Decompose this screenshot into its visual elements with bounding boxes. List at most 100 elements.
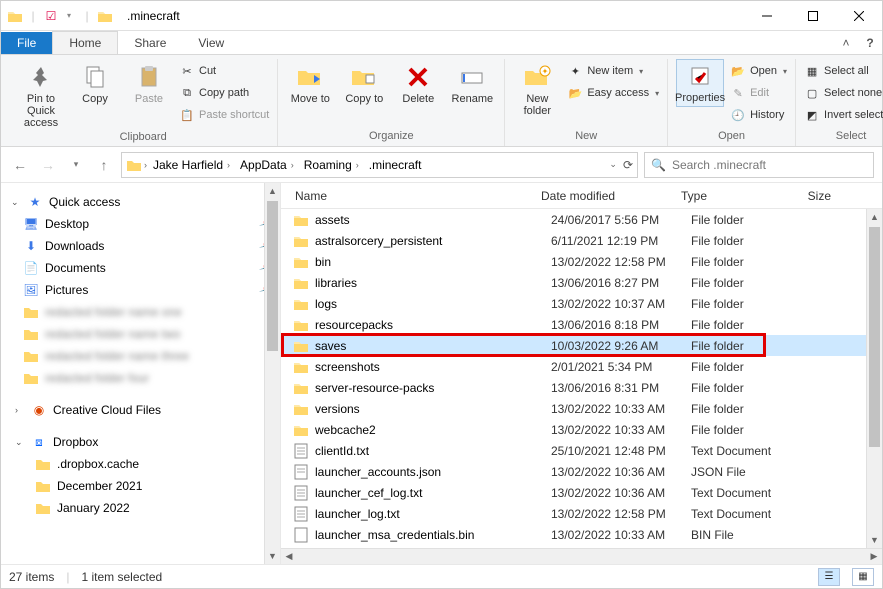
file-row[interactable]: libraries13/06/2016 8:27 PMFile folder — [281, 272, 882, 293]
edit-button[interactable]: ✎Edit — [730, 83, 787, 103]
details-view-button[interactable]: ☰ — [818, 568, 840, 586]
file-row[interactable]: assets24/06/2017 5:56 PMFile folder — [281, 209, 882, 230]
desktop-icon: 🖥 — [23, 216, 39, 232]
nav-creative-cloud[interactable]: ›◉Creative Cloud Files — [1, 399, 280, 421]
new-item-button[interactable]: ✦New item▾ — [567, 61, 659, 81]
address-bar[interactable]: › Jake Harfield› AppData› Roaming› .mine… — [121, 152, 638, 178]
easy-access-button[interactable]: 📂Easy access▾ — [567, 83, 659, 103]
crumb-2[interactable]: Roaming› — [300, 158, 363, 172]
quick-access[interactable]: ⌄★Quick access — [1, 191, 280, 213]
file-tab[interactable]: File — [1, 32, 52, 54]
file-row[interactable]: versions13/02/2022 10:33 AMFile folder — [281, 398, 882, 419]
file-row[interactable]: screenshots2/01/2021 5:34 PMFile folder — [281, 356, 882, 377]
file-row[interactable]: server-resource-packs13/06/2016 8:31 PMF… — [281, 377, 882, 398]
copy-to-button[interactable]: Copy to — [340, 59, 388, 105]
nav-recent-4[interactable]: redacted folder four — [1, 367, 280, 389]
properties-button[interactable]: Properties — [676, 59, 724, 107]
file-row[interactable]: logs13/02/2022 10:37 AMFile folder — [281, 293, 882, 314]
open-button[interactable]: 📂Open▾ — [730, 61, 787, 81]
select-all-button[interactable]: ▦Select all — [804, 61, 883, 81]
ribbon-collapse[interactable]: ˄ — [834, 32, 858, 54]
new-folder-button[interactable]: ✦ New folder — [513, 59, 561, 117]
copy-path-button[interactable]: ⧉Copy path — [179, 83, 269, 103]
up-button[interactable]: ↑ — [93, 154, 115, 176]
copy-button[interactable]: Copy — [71, 59, 119, 105]
back-button[interactable]: ← — [9, 154, 31, 176]
forward-button[interactable]: → — [37, 154, 59, 176]
invert-selection-button[interactable]: ◩Invert selection — [804, 105, 883, 125]
select-none-button[interactable]: ▢Select none — [804, 83, 883, 103]
file-row[interactable]: webcache213/02/2022 10:33 AMFile folder — [281, 419, 882, 440]
col-name[interactable]: Name — [281, 189, 541, 203]
close-button[interactable] — [836, 1, 882, 31]
file-row[interactable]: resourcepacks13/06/2016 8:18 PMFile fold… — [281, 314, 882, 335]
file-list[interactable]: assets24/06/2017 5:56 PMFile folderastra… — [281, 209, 882, 548]
nav-dropbox-cache[interactable]: .dropbox.cache — [1, 453, 280, 475]
col-date[interactable]: Date modified — [541, 189, 681, 203]
rename-button[interactable]: Rename — [448, 59, 496, 105]
paste-shortcut-button[interactable]: 📋Paste shortcut — [179, 105, 269, 125]
qat-checkbox[interactable]: ☑ — [43, 8, 59, 24]
maximize-button[interactable] — [790, 1, 836, 31]
file-name: bin — [315, 255, 551, 269]
addr-dropdown[interactable]: ⌄ — [609, 159, 617, 170]
delete-button[interactable]: Delete — [394, 59, 442, 105]
pin-to-quick-access-button[interactable]: Pin to Quick access — [17, 59, 65, 129]
file-row[interactable]: launcher_log.txt13/02/2022 12:58 PMText … — [281, 503, 882, 524]
nav-recent-1[interactable]: redacted folder name one — [1, 301, 280, 323]
crumb-1[interactable]: AppData› — [236, 158, 298, 172]
downloads-icon: ⬇ — [23, 238, 39, 254]
search-input[interactable]: 🔍 Search .minecraft — [644, 152, 874, 178]
column-header[interactable]: Name Date modified Type Size — [281, 183, 882, 209]
file-row[interactable]: launcher_cef_log.txt13/02/2022 10:36 AMT… — [281, 482, 882, 503]
paste-button[interactable]: Paste — [125, 59, 173, 105]
select-group-label: Select — [836, 128, 867, 146]
file-row[interactable]: saves10/03/2022 9:26 AMFile folder — [281, 335, 882, 356]
nav-recent-3[interactable]: redacted folder name three — [1, 345, 280, 367]
home-tab[interactable]: Home — [52, 31, 118, 54]
file-type: Text Document — [691, 486, 811, 500]
help-button[interactable]: ? — [858, 32, 882, 54]
crumb-0[interactable]: Jake Harfield› — [149, 158, 234, 172]
share-tab[interactable]: Share — [118, 32, 182, 54]
edit-icon: ✎ — [730, 85, 746, 101]
icons-view-button[interactable]: ▦ — [852, 568, 874, 586]
col-type[interactable]: Type — [681, 189, 801, 203]
file-row[interactable]: astralsorcery_persistent6/11/2021 12:19 … — [281, 230, 882, 251]
nav-pictures[interactable]: 🖼Pictures📌 — [1, 279, 280, 301]
folder-icon — [35, 456, 51, 472]
recent-locations[interactable]: ▾ — [65, 154, 87, 176]
history-button[interactable]: 🕘History — [730, 105, 787, 125]
nav-recent-2[interactable]: redacted folder name two — [1, 323, 280, 345]
nav-documents[interactable]: 📄Documents📌 — [1, 257, 280, 279]
nav-dec2021[interactable]: December 2021 — [1, 475, 280, 497]
qat-dropdown[interactable]: ▾ — [61, 8, 77, 24]
nav-dropbox[interactable]: ⌄⧈Dropbox — [1, 431, 280, 453]
refresh-button[interactable]: ⟳ — [623, 158, 633, 172]
cut-button[interactable]: ✂Cut — [179, 61, 269, 81]
list-hscrollbar[interactable]: ◀▶ — [281, 548, 882, 564]
nav-downloads[interactable]: ⬇Downloads📌 — [1, 235, 280, 257]
file-name: logs — [315, 297, 551, 311]
col-size[interactable]: Size — [801, 189, 841, 203]
file-date: 13/02/2022 10:36 AM — [551, 465, 691, 479]
list-scrollbar[interactable]: ▲ ▼ — [866, 209, 882, 548]
crumb-3[interactable]: .minecraft — [365, 158, 426, 172]
txt-icon — [293, 443, 309, 459]
file-name: launcher_accounts.json — [315, 465, 551, 479]
file-row[interactable]: bin13/02/2022 12:58 PMFile folder — [281, 251, 882, 272]
nav-scrollbar[interactable]: ▲ ▼ — [264, 183, 280, 564]
file-date: 13/06/2016 8:27 PM — [551, 276, 691, 290]
nav-jan2022[interactable]: January 2022 — [1, 497, 280, 519]
invert-icon: ◩ — [804, 107, 820, 123]
file-row[interactable]: clientId.txt25/10/2021 12:48 PMText Docu… — [281, 440, 882, 461]
file-row[interactable]: launcher_accounts.json13/02/2022 10:36 A… — [281, 461, 882, 482]
file-name: launcher_cef_log.txt — [315, 486, 551, 500]
file-row[interactable]: launcher_msa_credentials.bin13/02/2022 1… — [281, 524, 882, 545]
file-type: File folder — [691, 213, 811, 227]
nav-desktop[interactable]: 🖥Desktop📌 — [1, 213, 280, 235]
minimize-button[interactable] — [744, 1, 790, 31]
move-to-button[interactable]: Move to — [286, 59, 334, 105]
file-type: File folder — [691, 339, 811, 353]
view-tab[interactable]: View — [182, 32, 240, 54]
